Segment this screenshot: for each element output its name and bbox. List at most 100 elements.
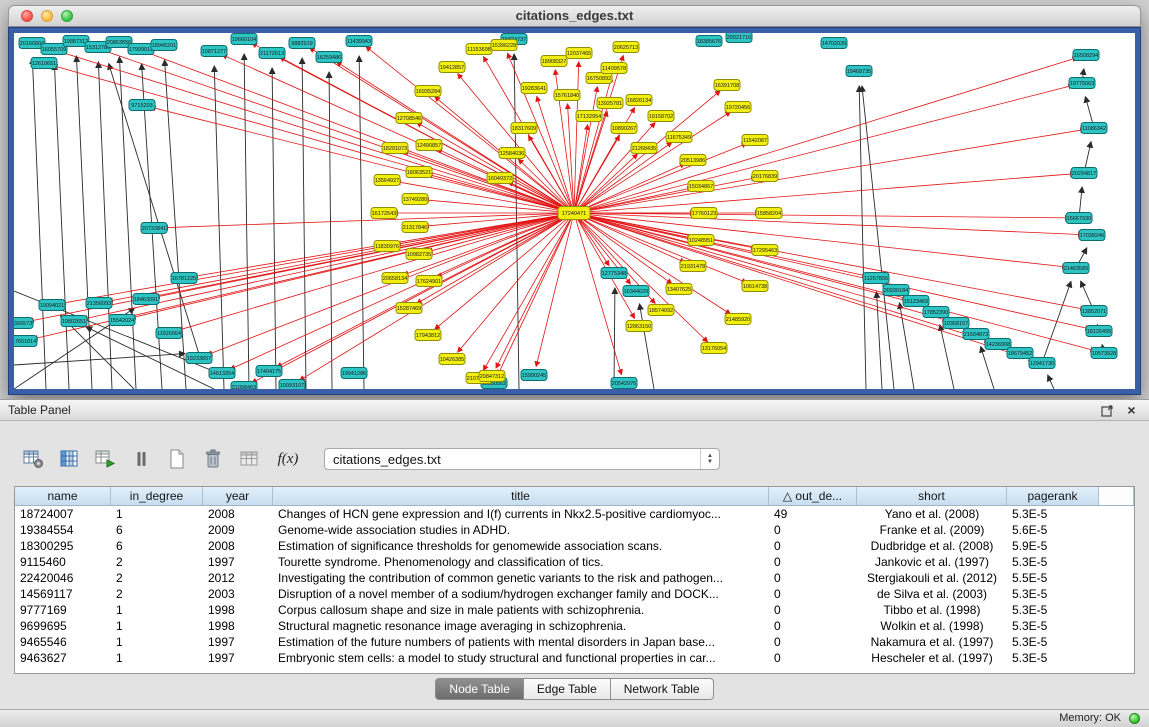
graph-node[interactable]: 16172543 xyxy=(371,208,397,219)
graph-node[interactable]: 10426385 xyxy=(439,354,465,365)
graph-node[interactable]: 17295463 xyxy=(752,245,778,256)
graph-node[interactable]: 16750892 xyxy=(586,73,612,84)
graph-node[interactable]: 21504873 xyxy=(963,329,989,340)
show-columns-icon[interactable] xyxy=(56,446,82,472)
graph-node[interactable]: 19158702 xyxy=(648,111,674,122)
graph-node[interactable]: 20658134 xyxy=(382,273,408,284)
table-row[interactable]: 911546021997Tourette syndrome. Phenomeno… xyxy=(15,554,1134,570)
table-row[interactable]: 946362711997Embryonic stem cells: a mode… xyxy=(15,650,1134,666)
graph-node[interactable]: 16781225 xyxy=(171,273,197,284)
table-row[interactable]: 977716911998Corpus callosum shape and si… xyxy=(15,602,1134,618)
graph-node[interactable]: 13407625 xyxy=(666,284,692,295)
graph-node[interactable]: 13176054 xyxy=(701,343,727,354)
graph-node[interactable]: 18385676 xyxy=(696,36,722,47)
table-selector-dropdown[interactable]: citations_edges.txt ▲▼ xyxy=(324,448,720,470)
graph-node[interactable]: 18291073 xyxy=(382,143,408,154)
graph-node[interactable]: 17999013 xyxy=(128,44,154,55)
graph-node[interactable]: 17624901 xyxy=(416,276,442,287)
graph-node[interactable]: 12037465 xyxy=(566,48,592,59)
graph-node[interactable]: 13925781 xyxy=(597,98,623,109)
network-canvas[interactable]: 2016090416055709198873121531278020863656… xyxy=(14,33,1135,389)
close-window-button[interactable] xyxy=(21,10,33,22)
graph-node[interactable]: 10802651 xyxy=(61,316,87,327)
graph-node[interactable]: 19660104 xyxy=(231,34,257,45)
graph-node[interactable]: 12941730 xyxy=(1029,358,1055,369)
graph-node[interactable]: 21356093 xyxy=(86,298,112,309)
graph-node[interactable]: 11439943 xyxy=(346,36,372,47)
tab-node-table[interactable]: Node Table xyxy=(435,678,524,700)
graph-node[interactable]: 15858204 xyxy=(756,208,782,219)
delete-table-icon[interactable] xyxy=(200,446,226,472)
graph-node[interactable]: 21172613 xyxy=(259,48,285,59)
new-table-icon[interactable] xyxy=(164,446,190,472)
graph-node[interactable]: 11153698 xyxy=(466,44,492,55)
column-header-year[interactable]: year xyxy=(203,487,273,505)
graph-node[interactable]: 20021716 xyxy=(726,33,752,43)
graph-node[interactable]: 10890267 xyxy=(611,123,637,134)
table-row[interactable]: 2242004622012Investigating the contribut… xyxy=(15,570,1134,586)
graph-node[interactable]: 20542976 xyxy=(611,378,637,389)
graph-node[interactable]: 19233807 xyxy=(186,353,212,364)
tab-network-table[interactable]: Network Table xyxy=(611,678,714,700)
graph-node[interactable]: 18126495 xyxy=(1086,326,1112,337)
graph-hub-node[interactable]: 17240471 xyxy=(558,207,590,220)
graph-node[interactable]: 17132954 xyxy=(576,111,602,122)
graph-node[interactable]: 16391708 xyxy=(714,80,740,91)
function-builder-icon[interactable]: f(x) xyxy=(272,446,304,472)
column-header-name[interactable]: name xyxy=(15,487,111,505)
column-header-title[interactable]: title xyxy=(273,487,769,505)
zoom-window-button[interactable] xyxy=(61,10,73,22)
graph-node[interactable]: 15990245 xyxy=(521,370,547,381)
graph-node[interactable]: 19941286 xyxy=(341,368,367,379)
graph-node[interactable]: 19720456 xyxy=(725,102,751,113)
column-header-out_degree[interactable]: △ out_de... xyxy=(769,487,857,505)
graph-node[interactable]: 10871277 xyxy=(201,46,227,57)
graph-node[interactable]: 10614738 xyxy=(742,281,768,292)
graph-node[interactable]: 20847312 xyxy=(479,371,505,382)
graph-node[interactable]: 17404175 xyxy=(256,366,282,377)
graph-node[interactable]: 16259486 xyxy=(316,52,342,63)
graph-node[interactable]: 19412857 xyxy=(439,62,465,73)
graph-node[interactable]: 20625713 xyxy=(613,42,639,53)
graph-node[interactable]: 18679452 xyxy=(1007,348,1033,359)
graph-node[interactable]: 9882919 xyxy=(289,38,315,49)
graph-node[interactable]: 21485920 xyxy=(725,314,751,325)
graph-node[interactable]: 16344029 xyxy=(623,286,649,297)
graph-node[interactable]: 11257806 xyxy=(863,273,889,284)
graph-node[interactable]: 14236908 xyxy=(985,339,1011,350)
graph-node[interactable]: 17852390 xyxy=(923,307,949,318)
graph-node[interactable]: 21317846 xyxy=(402,222,428,233)
graph-node[interactable]: 19468735 xyxy=(846,66,872,77)
graph-node[interactable]: 15123469 xyxy=(903,296,929,307)
graph-node[interactable]: 20513986 xyxy=(680,155,706,166)
graph-node[interactable]: 11409578 xyxy=(601,63,627,74)
graph-node[interactable]: 12584036 xyxy=(499,148,525,159)
graph-node[interactable]: 11675349 xyxy=(666,132,692,143)
graph-node[interactable]: 20936184 xyxy=(883,285,909,296)
graph-node[interactable]: 11086342 xyxy=(1081,123,1107,134)
row-options-icon[interactable] xyxy=(128,446,154,472)
new-column-icon[interactable] xyxy=(92,446,118,472)
graph-node[interactable]: 21463589 xyxy=(1063,263,1089,274)
graph-node[interactable]: 14702039 xyxy=(821,38,847,49)
graph-node[interactable]: 12490857 xyxy=(416,140,442,151)
graph-node[interactable]: 18908327 xyxy=(541,56,567,67)
column-header-in_degree[interactable]: in_degree xyxy=(111,487,203,505)
graph-node[interactable]: 12863150 xyxy=(626,321,652,332)
graph-node[interactable]: 20733841 xyxy=(141,223,167,234)
graph-node[interactable]: 15287469 xyxy=(396,303,422,314)
graph-node[interactable]: 10248951 xyxy=(688,235,714,246)
table-mode-icon[interactable] xyxy=(20,446,46,472)
table-row[interactable]: 1830029562008Estimation of significance … xyxy=(15,538,1134,554)
float-panel-icon[interactable] xyxy=(1100,403,1115,418)
graph-node[interactable]: 13564927 xyxy=(374,175,400,186)
column-header-pagerank[interactable]: pagerank xyxy=(1007,487,1099,505)
column-header-short[interactable]: short xyxy=(857,487,1007,505)
graph-node[interactable]: 10093107 xyxy=(279,380,305,390)
table-row[interactable]: 946554611997Estimation of the future num… xyxy=(15,634,1134,650)
tab-edge-table[interactable]: Edge Table xyxy=(524,678,611,700)
graph-node[interactable]: 10368157 xyxy=(943,318,969,329)
graph-node[interactable]: 15667930 xyxy=(1066,213,1092,224)
graph-node[interactable]: 15396228 xyxy=(491,40,517,51)
graph-node[interactable]: 17661814 xyxy=(14,336,37,347)
